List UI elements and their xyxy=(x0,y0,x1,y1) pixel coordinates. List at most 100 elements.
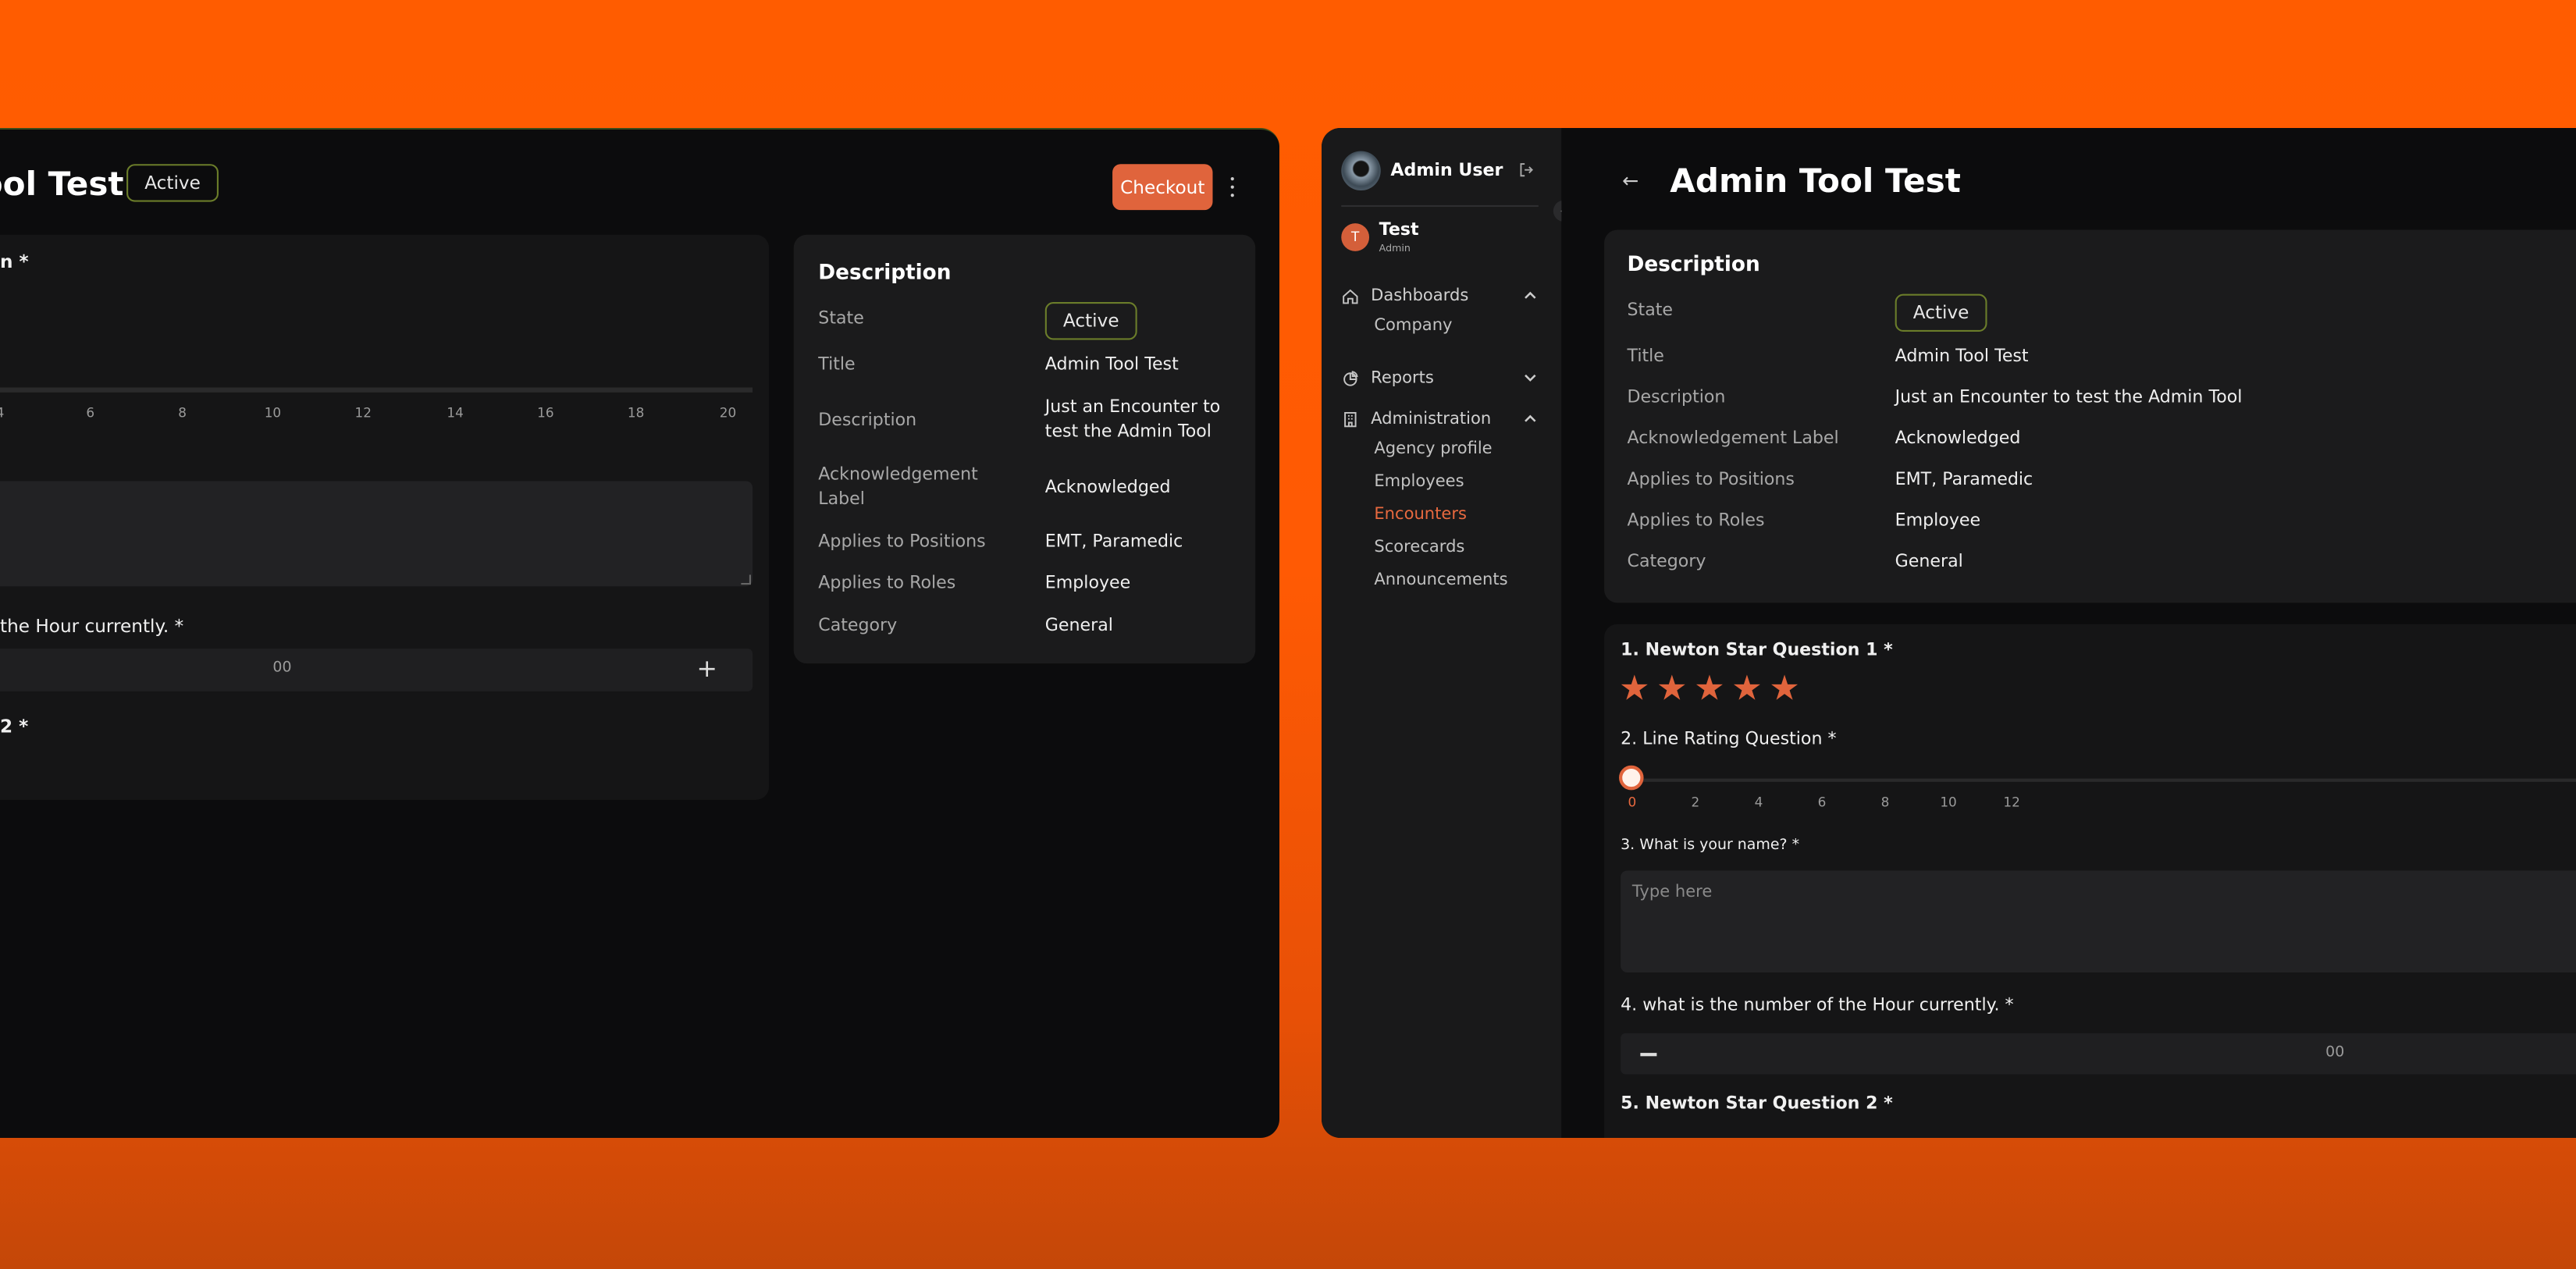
sidebar-item-employees[interactable]: Employees xyxy=(1374,473,1464,491)
sidebar-item-reports[interactable]: Reports xyxy=(1341,364,1539,391)
name-textarea[interactable] xyxy=(0,481,753,587)
sidebar-item-administration[interactable]: Administration xyxy=(1341,406,1539,432)
back-arrow-icon[interactable]: ← xyxy=(1622,169,1638,192)
building-icon xyxy=(1344,411,1357,427)
status-badge: Active xyxy=(126,164,219,202)
detail-label: State xyxy=(818,308,864,329)
state-badge: Active xyxy=(1044,302,1137,340)
checkout-button[interactable]: Checkout xyxy=(1112,164,1213,211)
page-title: ool Test xyxy=(0,164,124,204)
detail-label: Title xyxy=(1627,346,1664,367)
detail-label: Applies to Positions xyxy=(818,531,986,552)
question-label: the Hour currently. * xyxy=(0,616,184,638)
name-textarea[interactable]: Type here xyxy=(1621,870,2576,972)
main-content: ← Admin Tool Test Description State Acti… xyxy=(1561,128,2576,1138)
star-icon[interactable]: ★ xyxy=(1769,1136,1800,1138)
detail-label: Category xyxy=(1627,552,1706,572)
star-rating[interactable]: ★★★★★ xyxy=(1619,671,1800,706)
detail-value: Just an Encounter to test the Admin Tool xyxy=(1895,387,2243,407)
star-icon[interactable]: ★ xyxy=(1731,1136,1763,1138)
org-role: Admin xyxy=(1379,243,1411,255)
sidebar-item-announcements[interactable]: Announcements xyxy=(1374,571,1507,589)
detail-label: Description xyxy=(818,410,917,431)
sidebar-item-scorecards[interactable]: Scorecards xyxy=(1374,539,1464,556)
detail-value: Acknowledged xyxy=(1044,478,1171,498)
sidebar-item-agency-profile[interactable]: Agency profile xyxy=(1374,440,1492,458)
slider-tick-label: 16 xyxy=(537,405,554,421)
textarea-placeholder: Type here xyxy=(1631,883,1713,902)
chevron-up-icon[interactable] xyxy=(1522,411,1539,427)
left-app-window: ool Test Active Checkout n * 4 6 8 10 12 14 16… xyxy=(0,128,1279,1138)
sidebar: Admin User T Test Admin Dashboards Compa… xyxy=(1322,128,1562,1138)
star-icon[interactable]: ★ xyxy=(1656,1136,1688,1138)
nav-label: Dashboards xyxy=(1371,286,1469,305)
question-label: 2. Line Rating Question * xyxy=(1621,729,1837,749)
page-title: Admin Tool Test xyxy=(1670,161,1961,201)
slider-tick-label: 8 xyxy=(178,405,187,421)
slider-thumb[interactable] xyxy=(1619,765,1644,791)
hour-stepper[interactable]: 00 + xyxy=(0,649,753,691)
star-icon[interactable]: ★ xyxy=(1619,1136,1650,1138)
detail-label: State xyxy=(1627,300,1674,321)
nav-label: Reports xyxy=(1371,368,1434,387)
detail-value: Employee xyxy=(1044,573,1131,593)
chevron-up-icon[interactable] xyxy=(1522,287,1539,304)
user-name: Admin User xyxy=(1390,161,1503,181)
slider-tick-label: 10 xyxy=(264,405,282,421)
detail-label: Applies to Positions xyxy=(1627,469,1795,490)
resize-handle-icon[interactable] xyxy=(741,574,751,585)
sidebar-item-dashboards[interactable]: Dashboards xyxy=(1341,283,1539,309)
slider-tick-label: 18 xyxy=(627,405,645,421)
nav-label: Administration xyxy=(1371,410,1492,428)
rating-slider-track[interactable] xyxy=(1627,778,2576,782)
stepper-value: 00 xyxy=(2325,1044,2345,1061)
detail-label: Applies to Roles xyxy=(1627,510,1765,531)
detail-value: Admin Tool Test xyxy=(1895,346,2029,367)
detail-value: EMT, Paramedic xyxy=(1895,469,2033,490)
card-title: Description xyxy=(1627,251,1760,276)
card-title: Description xyxy=(818,259,952,284)
right-app-window: Admin User T Test Admin Dashboards Compa… xyxy=(1322,128,2576,1138)
description-card: Description State Active Title Admin Too… xyxy=(793,234,1256,664)
slider-tick-label: 14 xyxy=(447,405,464,421)
slider-tick-label: 12 xyxy=(354,405,372,421)
question-label: 1. Newton Star Question 1 * xyxy=(1621,640,1893,661)
description-card: Description State Active Title Admin Too… xyxy=(1604,229,2576,603)
detail-label: Title xyxy=(818,354,856,375)
sidebar-item-encounters[interactable]: Encounters xyxy=(1374,506,1467,524)
state-badge: Active xyxy=(1895,293,1987,332)
detail-value: Acknowledged xyxy=(1895,428,2021,449)
detail-label: Description xyxy=(1627,387,1726,407)
avatar[interactable] xyxy=(1341,151,1381,190)
star-icon[interactable]: ★ xyxy=(1731,671,1763,706)
hour-stepper[interactable]: 00 xyxy=(1621,1033,2576,1075)
stepper-value: 00 xyxy=(272,659,292,677)
star-icon[interactable]: ★ xyxy=(1694,1136,1725,1138)
detail-value: General xyxy=(1044,616,1113,636)
question-label: 2 * xyxy=(0,716,29,738)
star-icon[interactable]: ★ xyxy=(1656,671,1688,706)
star-rating[interactable]: ★ ★ ★ ★ ★ xyxy=(1619,1136,1800,1138)
slider-tick-label: 0 xyxy=(1628,794,1637,810)
org-avatar[interactable]: T xyxy=(1341,223,1370,251)
star-icon[interactable]: ★ xyxy=(1619,671,1650,706)
minus-icon[interactable] xyxy=(1640,1053,1657,1056)
plus-icon[interactable]: + xyxy=(697,653,717,683)
slider-tick-label: 8 xyxy=(1880,794,1890,810)
home-icon xyxy=(1343,288,1358,304)
slider-tick-label: 4 xyxy=(1754,794,1763,810)
sidebar-item-company[interactable]: Company xyxy=(1374,317,1452,335)
kebab-icon[interactable] xyxy=(1222,172,1242,202)
rating-slider-track[interactable] xyxy=(0,387,753,393)
star-icon[interactable]: ★ xyxy=(1769,671,1800,706)
slider-tick-label: 4 xyxy=(0,406,4,421)
slider-tick-label: 2 xyxy=(1691,794,1700,810)
question-label: 3. What is your name? * xyxy=(1621,837,1800,855)
logout-icon[interactable] xyxy=(1519,162,1534,177)
detail-value: Admin Tool Test xyxy=(1044,354,1179,375)
star-icon[interactable]: ★ xyxy=(1694,671,1725,706)
detail-value: EMT, Paramedic xyxy=(1044,531,1183,552)
detail-value: Just an Encounter to test the Admin Tool xyxy=(1044,397,1221,442)
chevron-down-icon[interactable] xyxy=(1522,369,1539,386)
reports-icon xyxy=(1343,370,1358,386)
